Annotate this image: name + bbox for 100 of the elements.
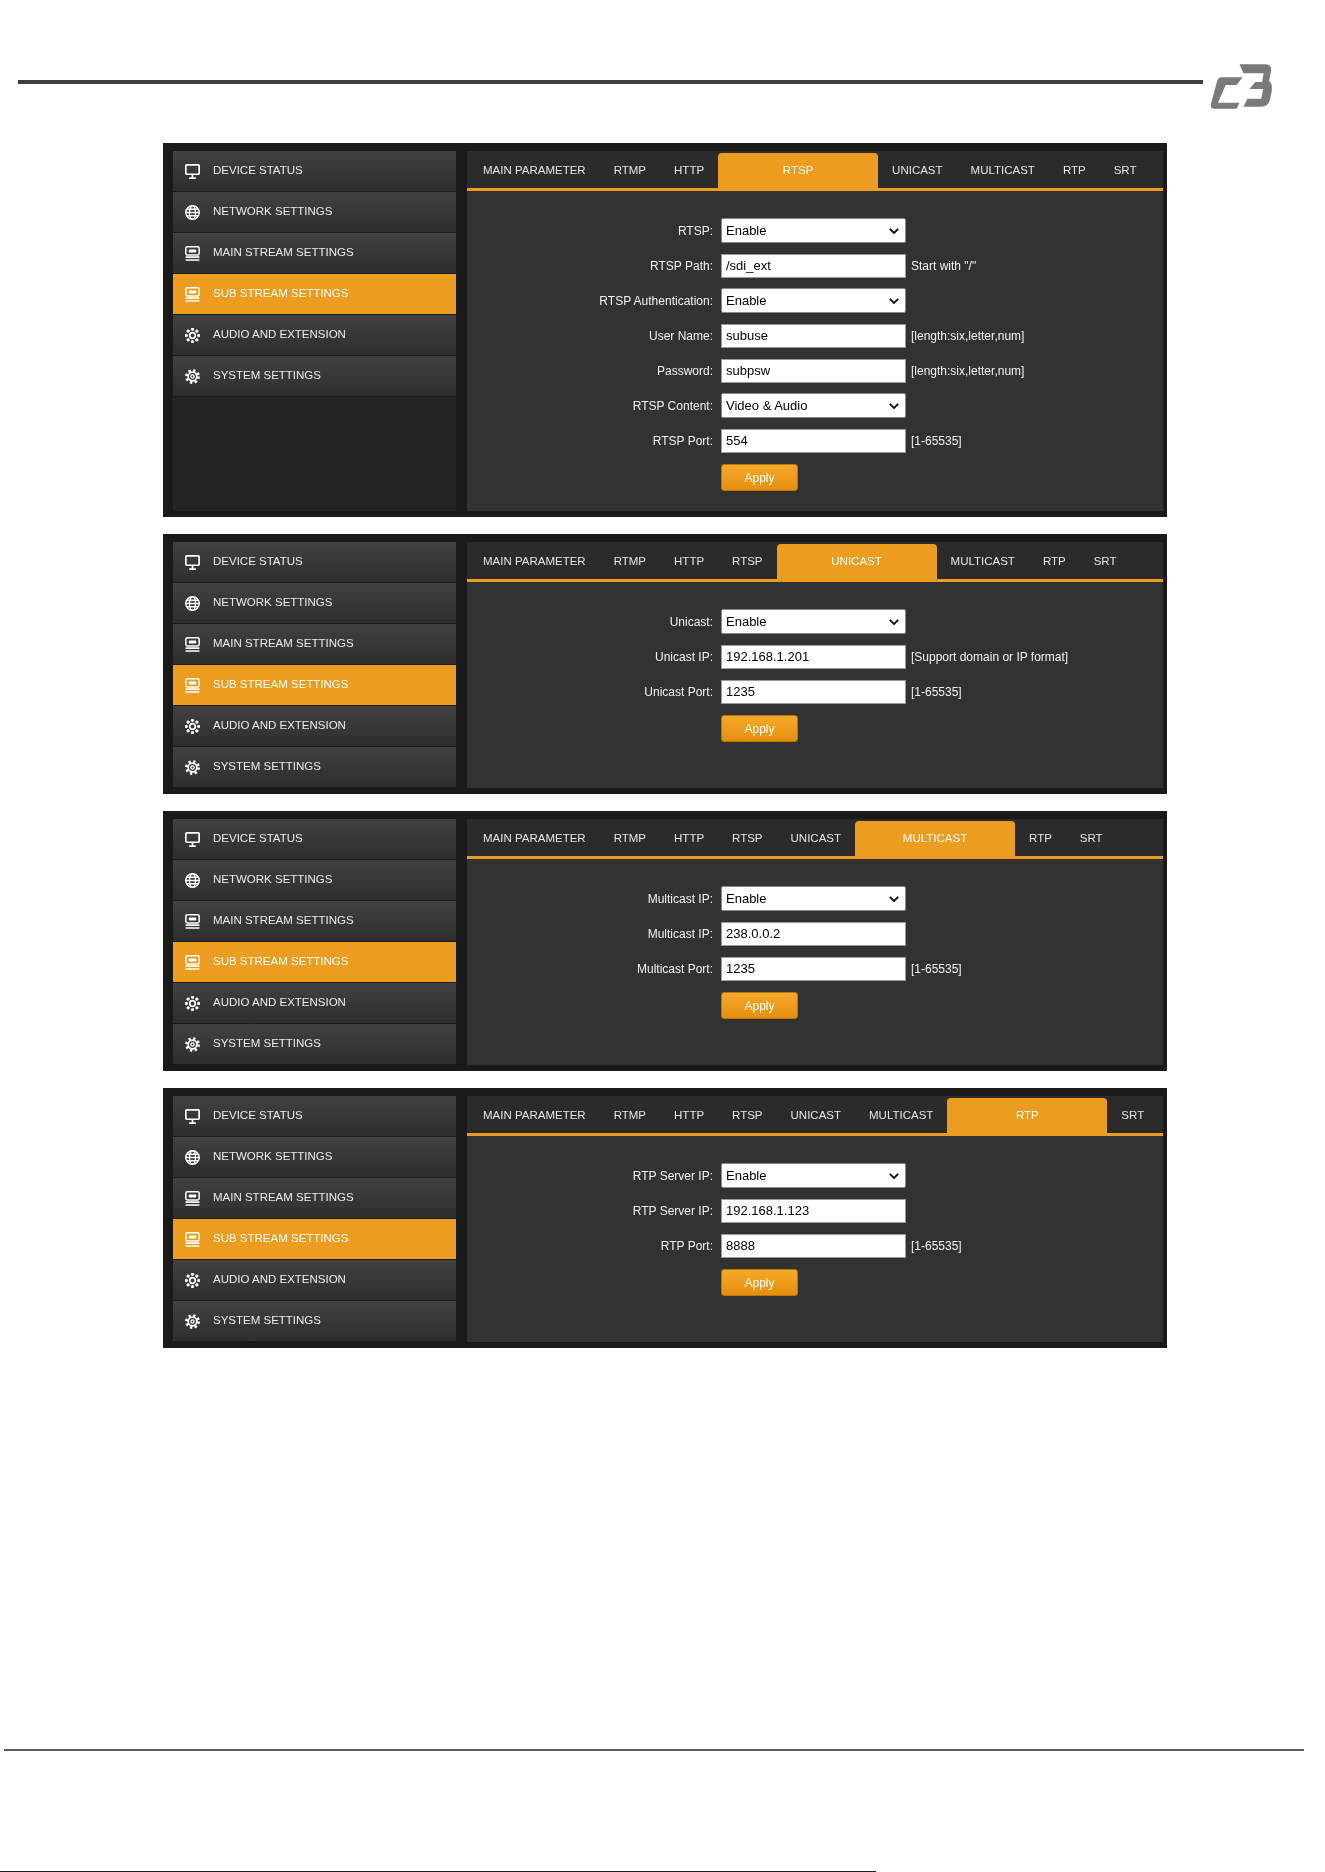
field-label: Password:	[655, 362, 713, 380]
hard-drive-icon	[185, 1231, 200, 1247]
sidebar-item[interactable]: AUDIO AND EXTENSION	[173, 315, 456, 356]
text-field[interactable]: subpsw	[721, 358, 906, 383]
hard-drive-icon	[185, 245, 200, 261]
field-label: Multicast Port:	[635, 960, 713, 978]
chevron-down-icon	[889, 227, 899, 234]
hard-drive-icon	[185, 954, 200, 970]
text-field[interactable]: 238.0.0.2	[721, 921, 906, 946]
tab[interactable]: SRT	[1065, 821, 1117, 856]
sidebar-item[interactable]: MAIN STREAM SETTINGS	[173, 233, 456, 274]
sidebar-item[interactable]: DEVICE STATUS	[173, 1096, 456, 1137]
text-field[interactable]: subuse	[721, 323, 906, 348]
tab[interactable]: HTTP	[660, 544, 719, 579]
settings-icon	[185, 759, 200, 775]
sidebar-item[interactable]: NETWORK SETTINGS	[173, 860, 456, 901]
dropdown[interactable]: Enable	[721, 288, 906, 313]
text-field[interactable]: 192.168.1.201	[721, 644, 906, 669]
tab[interactable]: UNICAST	[776, 1098, 856, 1133]
tab[interactable]: RTMP	[599, 544, 661, 579]
settings-icon	[185, 1313, 200, 1329]
dropdown[interactable]: Enable	[721, 609, 906, 634]
tab[interactable]: SRT	[1107, 1098, 1159, 1133]
tab[interactable]: HTTP	[660, 1098, 719, 1133]
hard-drive-icon	[185, 636, 200, 652]
tab[interactable]: MAIN PARAMETER	[469, 153, 600, 188]
tab[interactable]: RTP	[1048, 153, 1100, 188]
settings-icon	[185, 368, 200, 384]
sidebar-item[interactable]: NETWORK SETTINGS	[173, 1137, 456, 1178]
field-hint: [1-65535]	[911, 683, 962, 701]
dropdown[interactable]: Enable	[721, 1163, 906, 1188]
globe-icon	[185, 872, 200, 888]
sidebar-item[interactable]: MAIN STREAM SETTINGS	[173, 1178, 456, 1219]
sidebar-item[interactable]: MAIN STREAM SETTINGS	[173, 901, 456, 942]
field-label: RTSP Path:	[649, 257, 713, 275]
tab[interactable]: MULTICAST	[956, 153, 1049, 188]
tab[interactable]: UNICAST	[878, 153, 957, 188]
tab[interactable]: MULTICAST	[855, 1098, 948, 1133]
tab[interactable]: HTTP	[660, 153, 719, 188]
monitor-icon	[185, 1108, 200, 1124]
chevron-down-icon	[889, 1172, 899, 1179]
tab[interactable]: SRT	[1079, 544, 1131, 579]
sidebar-item[interactable]: NETWORK SETTINGS	[173, 192, 456, 233]
field-label: Unicast IP:	[653, 648, 713, 666]
text-field[interactable]: /sdi_ext	[721, 253, 906, 278]
dropdown[interactable]: Enable	[721, 218, 906, 243]
field-label: User Name:	[648, 327, 713, 345]
tab[interactable]: RTP	[1028, 544, 1080, 579]
tab[interactable]: RTMP	[599, 1098, 661, 1133]
hard-drive-icon	[185, 913, 200, 929]
field-hint: [1-65535]	[911, 960, 962, 978]
tab[interactable]: MULTICAST	[936, 544, 1029, 579]
sidebar-item[interactable]: DEVICE STATUS	[173, 542, 456, 583]
monitor-icon	[185, 163, 200, 179]
tab[interactable]: RTMP	[599, 821, 661, 856]
text-field[interactable]: 8888	[721, 1233, 906, 1258]
sidebar-item[interactable]: DEVICE STATUS	[173, 819, 456, 860]
sidebar-item[interactable]: SYSTEM SETTINGS	[173, 1024, 456, 1065]
tab[interactable]: MAIN PARAMETER	[469, 1098, 600, 1133]
field-hint: [Support domain or IP format]	[911, 648, 1069, 666]
sidebar-item[interactable]: SYSTEM SETTINGS	[173, 747, 456, 788]
tab[interactable]: MAIN PARAMETER	[469, 544, 600, 579]
globe-icon	[185, 595, 200, 611]
field-hint: [length:six,letter,num]	[911, 327, 1025, 345]
tab[interactable]: RTSP	[718, 544, 777, 579]
text-field[interactable]: 1235	[721, 679, 906, 704]
tab[interactable]: RTP	[1015, 821, 1066, 856]
field-label: RTSP:	[676, 222, 713, 240]
sidebar-item[interactable]: AUDIO AND EXTENSION	[173, 1260, 456, 1301]
tab[interactable]: HTTP	[660, 821, 719, 856]
sidebar-item[interactable]: SYSTEM SETTINGS	[173, 1301, 456, 1342]
tab[interactable]: MAIN PARAMETER	[469, 821, 600, 856]
field-label: Unicast:	[668, 613, 713, 631]
tab[interactable]: RTSP	[718, 1098, 777, 1133]
tab[interactable]: RTSP	[718, 821, 777, 856]
sidebar-item[interactable]: AUDIO AND EXTENSION	[173, 983, 456, 1024]
monitor-icon	[185, 554, 200, 570]
text-field[interactable]: 192.168.1.123	[721, 1198, 906, 1223]
text-field[interactable]: 554	[721, 428, 906, 453]
dotted-ring-icon	[185, 1272, 200, 1288]
chevron-down-icon	[889, 402, 899, 409]
dotted-ring-icon	[185, 327, 200, 343]
tab[interactable]: UNICAST	[776, 821, 856, 856]
dotted-ring-icon	[185, 995, 200, 1011]
sidebar-item[interactable]: SYSTEM SETTINGS	[173, 356, 456, 397]
field-label: RTSP Content:	[631, 397, 713, 415]
tab[interactable]: RTMP	[599, 153, 661, 188]
sidebar-item[interactable]: DEVICE STATUS	[173, 151, 456, 192]
sidebar-item[interactable]: AUDIO AND EXTENSION	[173, 706, 456, 747]
field-label: RTP Server IP:	[631, 1167, 713, 1185]
field-hint: [1-65535]	[911, 432, 962, 450]
hard-drive-icon	[185, 677, 200, 693]
tab[interactable]: SRT	[1099, 153, 1151, 188]
text-field[interactable]: 1235	[721, 956, 906, 981]
dropdown[interactable]: Enable	[721, 886, 906, 911]
sidebar-item[interactable]: MAIN STREAM SETTINGS	[173, 624, 456, 665]
dropdown[interactable]: Video & Audio	[721, 393, 906, 418]
chevron-down-icon	[889, 297, 899, 304]
sidebar-item[interactable]: NETWORK SETTINGS	[173, 583, 456, 624]
field-label: RTSP Port:	[651, 432, 713, 450]
